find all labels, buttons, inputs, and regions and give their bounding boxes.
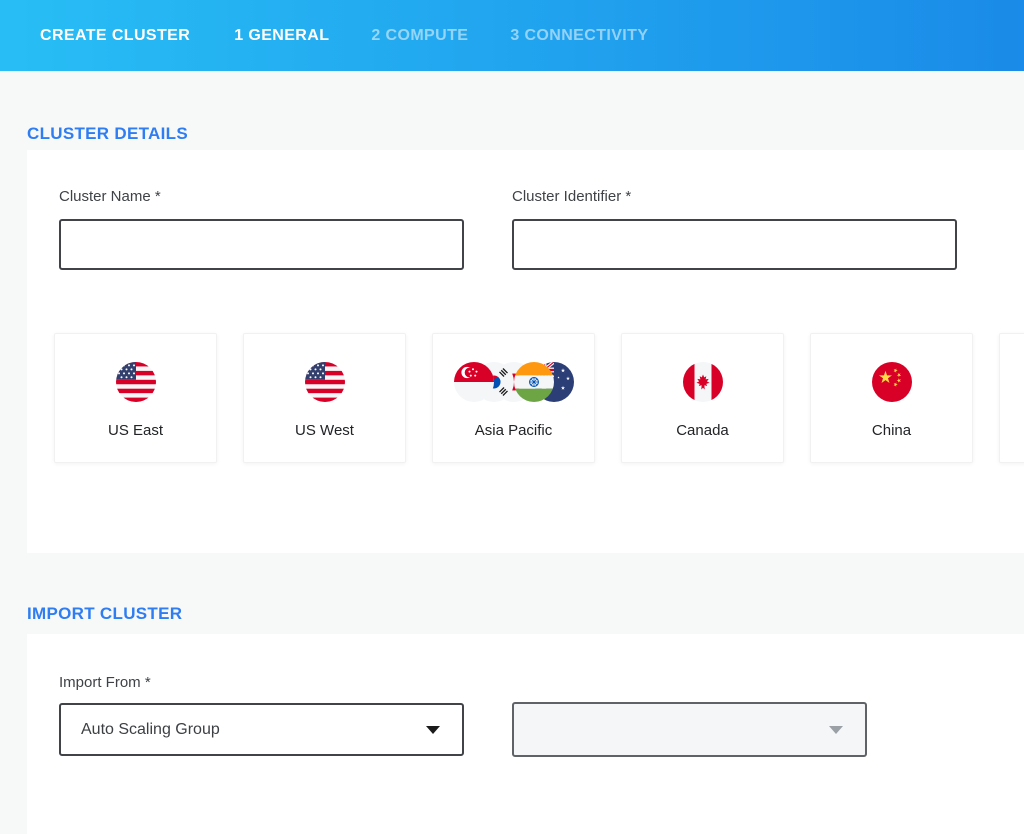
region-label: Canada <box>676 422 729 439</box>
region-card-partial[interactable] <box>999 333 1024 463</box>
asia-pacific-flags-icon <box>454 360 574 404</box>
chevron-down-icon <box>829 726 843 734</box>
region-card-canada[interactable]: Canada <box>621 333 784 463</box>
region-card-china[interactable]: China <box>810 333 973 463</box>
us-flag-icon <box>116 360 156 404</box>
region-label: US East <box>108 422 163 439</box>
chevron-down-icon <box>426 726 440 734</box>
region-card-asia-pacific[interactable]: Asia Pacific <box>432 333 595 463</box>
import-cluster-heading: IMPORT CLUSTER <box>27 604 182 624</box>
region-card-us-east[interactable]: US East <box>54 333 217 463</box>
cluster-name-input[interactable] <box>59 219 464 270</box>
tab-compute[interactable]: 2 COMPUTE <box>371 27 468 45</box>
import-from-value: Auto Scaling Group <box>81 721 220 739</box>
cluster-details-heading: CLUSTER DETAILS <box>27 124 188 144</box>
import-from-dropdown[interactable]: Auto Scaling Group <box>59 703 464 756</box>
region-label: China <box>872 422 911 439</box>
india-flag-icon <box>514 362 554 402</box>
cluster-name-label: Cluster Name * <box>59 188 464 205</box>
wizard-title: CREATE CLUSTER <box>40 27 190 45</box>
wizard-topbar: CREATE CLUSTER 1 GENERAL 2 COMPUTE 3 CON… <box>0 0 1024 71</box>
china-flag-icon <box>872 360 912 404</box>
import-source-dropdown[interactable] <box>512 702 867 757</box>
cluster-details-card: Cluster Name * Cluster Identifier * <box>27 150 1024 553</box>
cluster-identifier-field: Cluster Identifier * <box>512 188 957 270</box>
region-selector: US East <box>54 333 1024 463</box>
cluster-identifier-input[interactable] <box>512 219 957 270</box>
region-label: Asia Pacific <box>475 422 553 439</box>
cluster-name-field: Cluster Name * <box>59 188 464 270</box>
cluster-identifier-label: Cluster Identifier * <box>512 188 957 205</box>
import-cluster-card: Import From * Auto Scaling Group <box>27 634 1024 834</box>
tab-connectivity[interactable]: 3 CONNECTIVITY <box>510 27 648 45</box>
region-label: US West <box>295 422 354 439</box>
import-from-label: Import From * <box>59 674 151 691</box>
canada-flag-icon <box>683 360 723 404</box>
region-card-us-west[interactable]: US West <box>243 333 406 463</box>
us-flag-icon <box>305 360 345 404</box>
singapore-flag-icon <box>454 362 494 402</box>
tab-general[interactable]: 1 GENERAL <box>234 27 329 45</box>
